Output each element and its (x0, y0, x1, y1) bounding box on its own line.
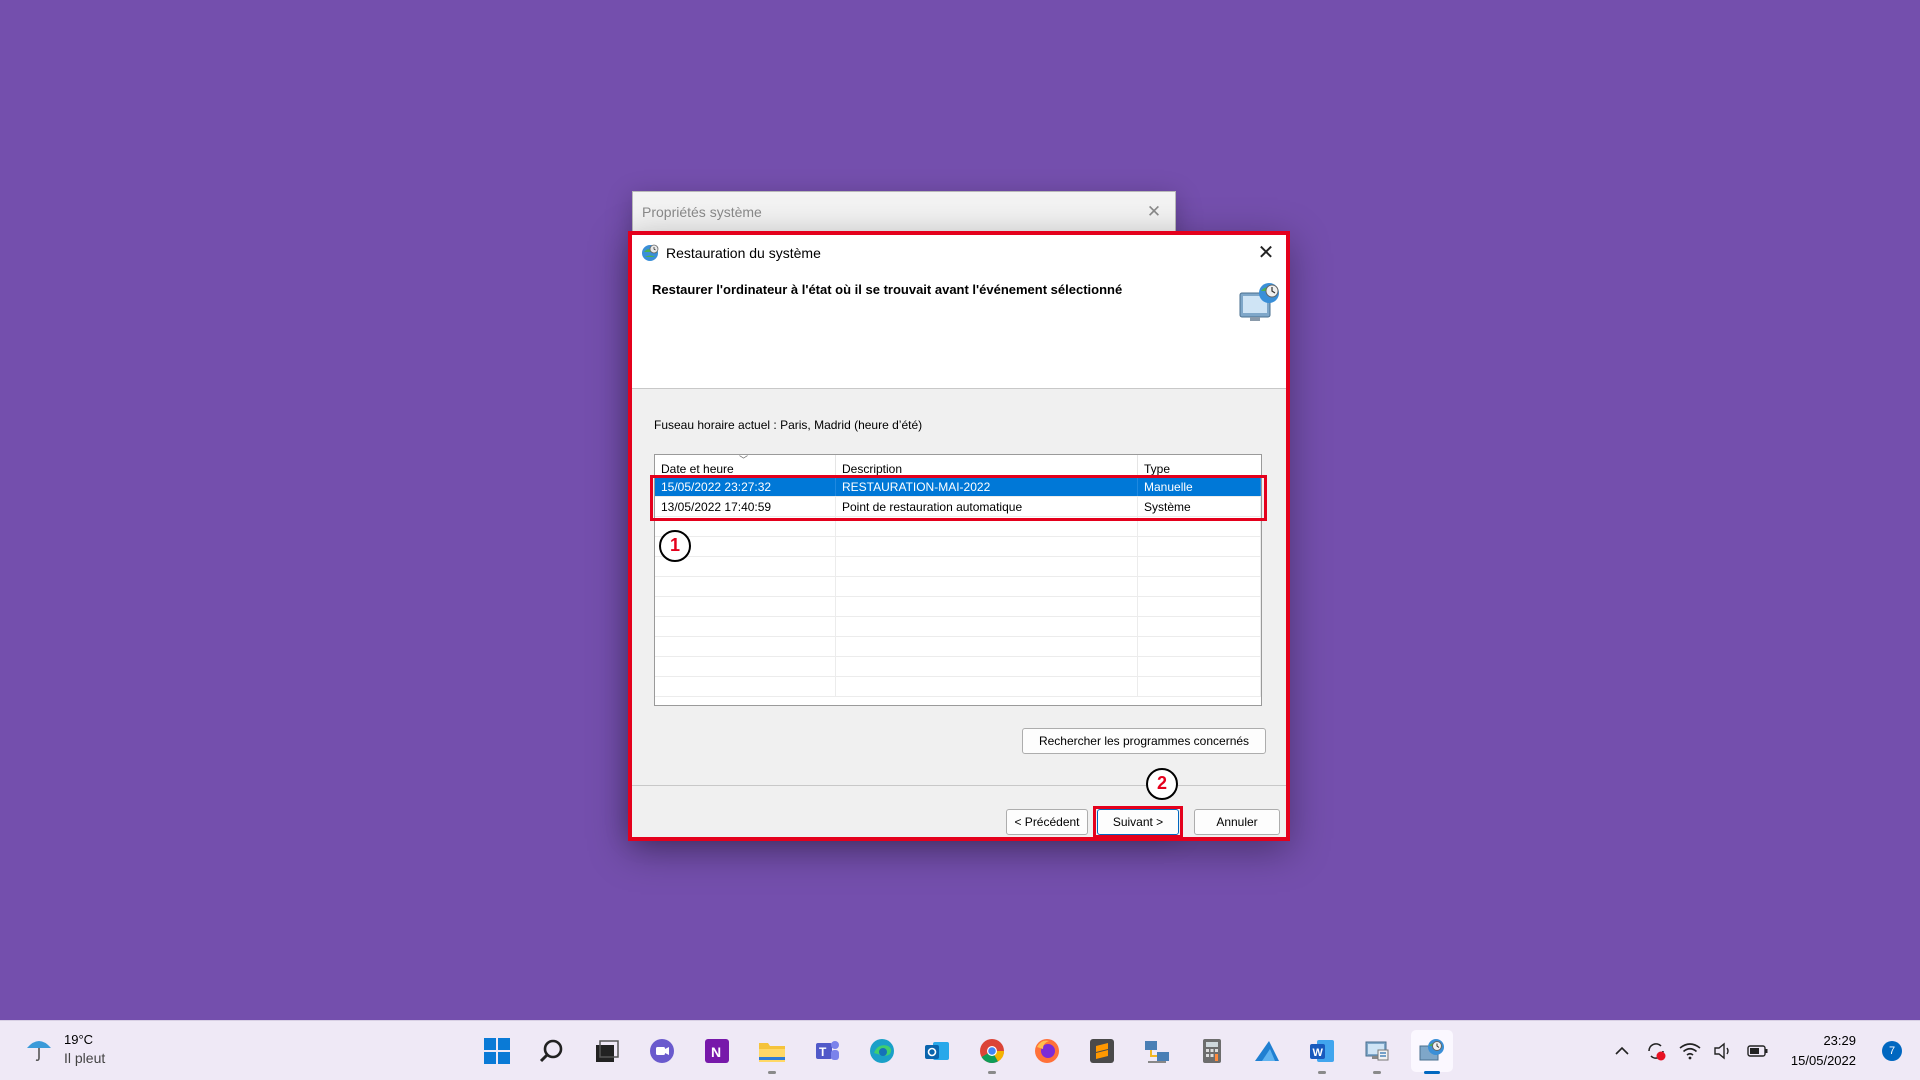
row-type: Système (1138, 497, 1261, 516)
empty-row (655, 677, 1261, 697)
umbrella-icon (27, 1041, 51, 1062)
active-indicator (1424, 1071, 1440, 1074)
close-icon[interactable]: ✕ (1252, 238, 1280, 266)
empty-row (655, 597, 1261, 617)
sublime-text-icon[interactable] (1081, 1030, 1123, 1072)
back-button[interactable]: < Précédent (1006, 809, 1088, 835)
list-header: Date et heure Description Type ﹀ (655, 455, 1261, 477)
row-description: Point de restauration automatique (836, 497, 1138, 516)
notification-badge[interactable]: 7 (1882, 1041, 1902, 1061)
clock-time: 23:29 (1823, 1033, 1856, 1048)
empty-row (655, 577, 1261, 597)
svg-text:N: N (711, 1044, 721, 1060)
firefox-icon[interactable] (1026, 1030, 1068, 1072)
weather-temperature: 19°C (64, 1032, 94, 1047)
restore-computer-icon (1239, 283, 1279, 321)
weather-description: Il pleut (64, 1050, 106, 1066)
system-restore-icon[interactable] (1411, 1030, 1453, 1074)
empty-row (655, 617, 1261, 637)
wifi-icon[interactable] (1679, 1040, 1701, 1062)
onenote-icon[interactable]: N (696, 1030, 738, 1072)
step-marker-1: 1 (659, 530, 691, 562)
running-indicator (1373, 1071, 1381, 1074)
row-description: RESTAURATION-MAI-2022 (836, 477, 1138, 496)
system-properties-titlebar[interactable]: Propriétés système (633, 192, 1175, 232)
empty-row (655, 657, 1261, 677)
empty-row (655, 537, 1261, 557)
empty-row (655, 557, 1261, 577)
outlook-icon[interactable] (916, 1030, 958, 1072)
system-restore-icon (642, 244, 659, 261)
clock[interactable]: 23:29 15/05/2022 (1791, 1031, 1856, 1071)
taskbar-apps: N T W (476, 1030, 1453, 1074)
row-type: Manuelle (1138, 477, 1261, 496)
file-explorer-icon[interactable] (751, 1030, 793, 1074)
empty-row (655, 637, 1261, 657)
dialog-header: Restaurer l'ordinateur à l'état où il se… (632, 271, 1286, 389)
start-icon[interactable] (476, 1030, 518, 1072)
footer-divider (632, 785, 1286, 786)
battery-icon[interactable] (1747, 1040, 1769, 1062)
system-properties-title: Propriétés système (642, 204, 762, 220)
next-button[interactable]: Suivant > (1097, 809, 1179, 835)
chat-icon[interactable] (641, 1030, 683, 1072)
chevron-up-icon[interactable] (1611, 1040, 1633, 1062)
timezone-label: Fuseau horaire actuel : Paris, Madrid (h… (654, 418, 923, 432)
table-row[interactable]: 15/05/2022 23:27:32 RESTAURATION-MAI-202… (655, 477, 1261, 497)
edge-icon[interactable] (861, 1030, 903, 1072)
row-date: 13/05/2022 17:40:59 (655, 497, 836, 516)
step-marker-2: 2 (1146, 768, 1178, 800)
svg-text:W: W (1313, 1047, 1324, 1059)
task-view-icon[interactable] (586, 1030, 628, 1072)
sync-alert-icon[interactable] (1645, 1040, 1667, 1062)
row-date: 15/05/2022 23:27:32 (655, 477, 836, 496)
system-tray: 23:29 15/05/2022 7 (1611, 1031, 1902, 1071)
search-icon[interactable] (531, 1030, 573, 1072)
clock-date: 15/05/2022 (1790, 1053, 1856, 1068)
weather-widget[interactable]: 19°C Il pleut (24, 1030, 105, 1068)
cancel-button[interactable]: Annuler (1194, 809, 1280, 835)
restore-points-list[interactable]: Date et heure Description Type ﹀ 15/05/2… (654, 454, 1262, 706)
column-header-description[interactable]: Description (836, 455, 1138, 476)
network-icon[interactable] (1136, 1030, 1178, 1072)
empty-row (655, 517, 1261, 537)
chrome-icon[interactable] (971, 1030, 1013, 1074)
teams-icon[interactable]: T (806, 1030, 848, 1072)
running-indicator (768, 1071, 776, 1074)
word-icon[interactable]: W (1301, 1030, 1343, 1074)
taskbar: 19°C Il pleut N T W 23:29 15/05/2022 7 (0, 1020, 1920, 1080)
system-properties-icon[interactable] (1356, 1030, 1398, 1074)
calculator-icon[interactable] (1191, 1030, 1233, 1072)
dialog-titlebar[interactable]: Restauration du système (632, 235, 1286, 271)
system-restore-dialog: Restauration du système ✕ Restaurer l'or… (628, 231, 1290, 841)
volume-icon[interactable] (1713, 1040, 1735, 1062)
scan-affected-programs-button[interactable]: Rechercher les programmes concernés (1022, 728, 1266, 754)
sort-chevron-icon: ﹀ (739, 455, 749, 465)
shark-icon[interactable] (1246, 1030, 1288, 1072)
dialog-heading: Restaurer l'ordinateur à l'état où il se… (652, 282, 1123, 297)
table-row[interactable]: 13/05/2022 17:40:59 Point de restauratio… (655, 497, 1261, 517)
running-indicator (1318, 1071, 1326, 1074)
column-header-type[interactable]: Type (1138, 455, 1261, 476)
svg-text:T: T (819, 1045, 827, 1059)
running-indicator (988, 1071, 996, 1074)
dialog-title: Restauration du système (666, 245, 821, 261)
close-icon[interactable]: ✕ (1143, 201, 1165, 223)
